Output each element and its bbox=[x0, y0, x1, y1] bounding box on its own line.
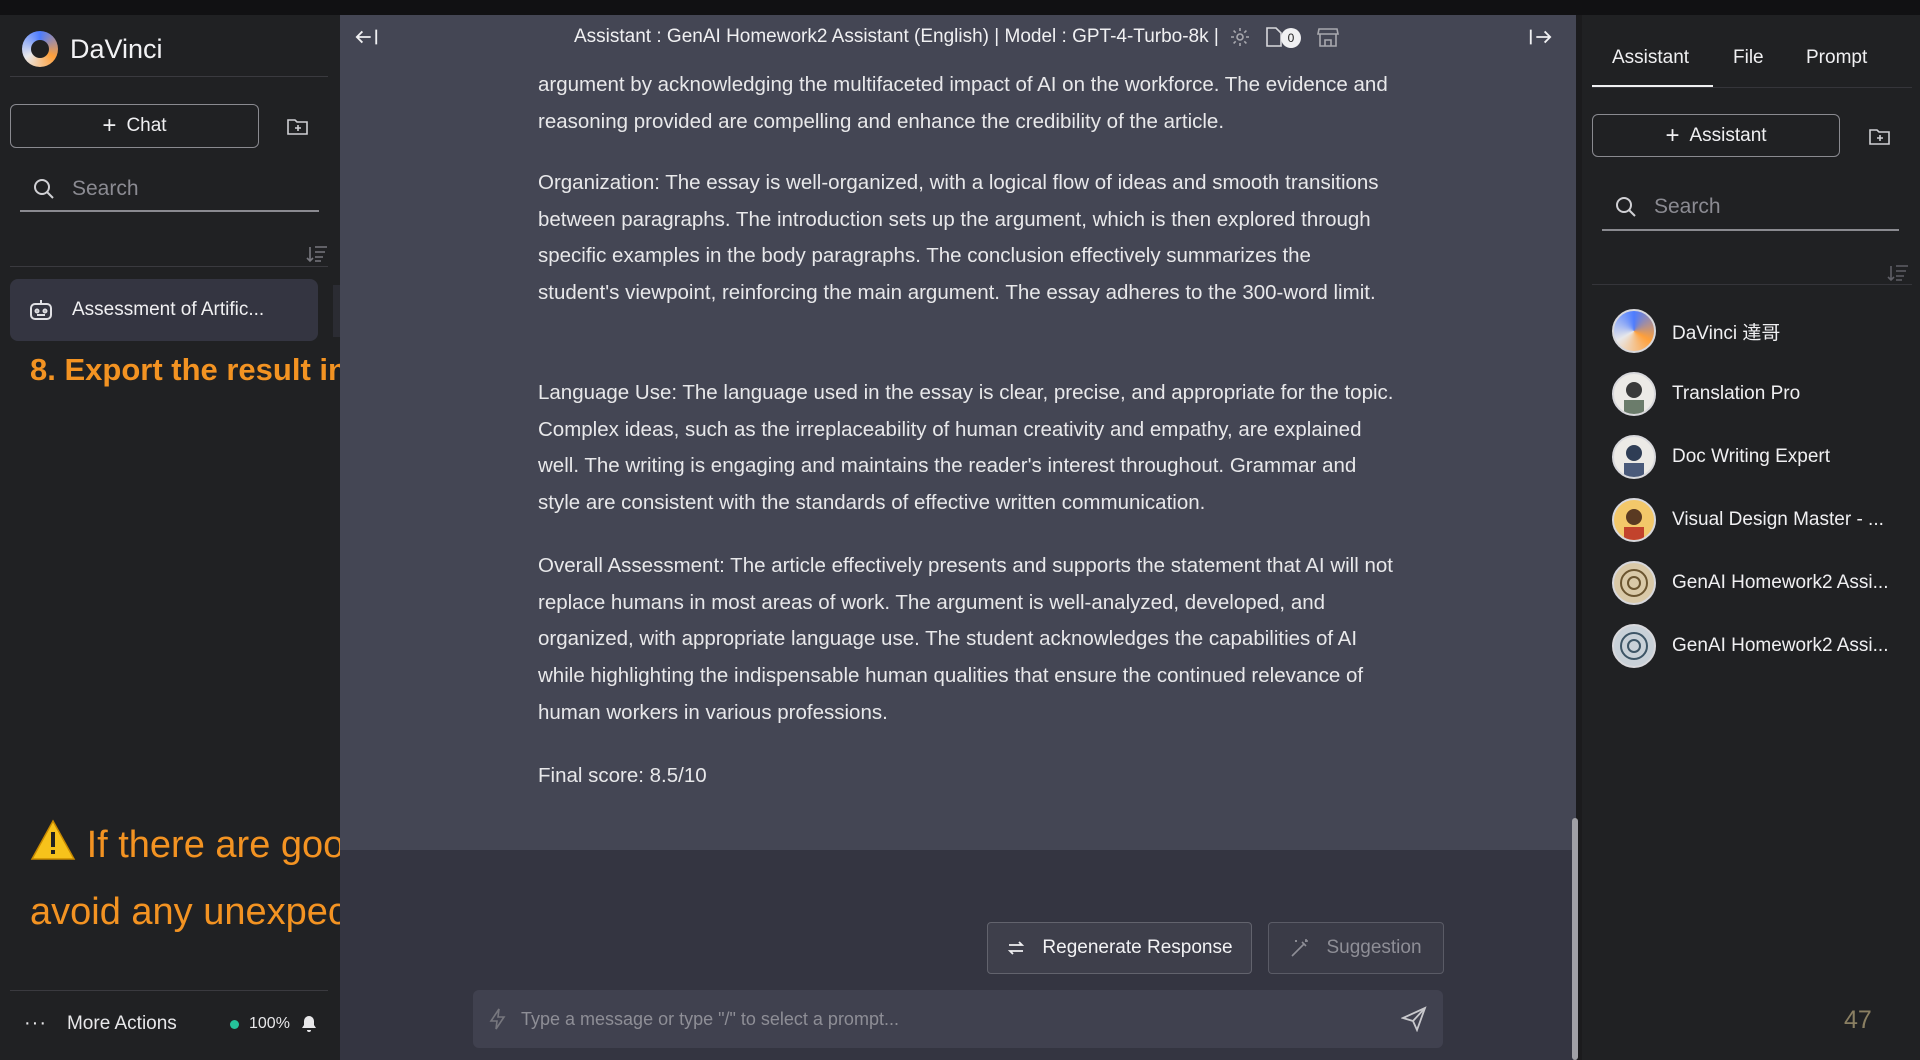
new-folder-button[interactable] bbox=[283, 111, 313, 141]
assistant-search[interactable]: Search bbox=[1602, 185, 1899, 231]
chat-title: Assessment of Artific... bbox=[72, 299, 265, 320]
assistant-item-davinci[interactable]: DaVinci 達哥 bbox=[1612, 309, 1780, 353]
search-icon bbox=[1616, 197, 1636, 217]
ellipsis-icon: ··· bbox=[24, 1012, 47, 1034]
message-paragraph: argument by acknowledging the multifacet… bbox=[538, 73, 1388, 133]
window-top-bar bbox=[0, 0, 1920, 15]
message-paragraph: Overall Assessment: The article effectiv… bbox=[538, 554, 1393, 724]
status-indicator: 100% bbox=[230, 1015, 318, 1033]
plus-icon: + bbox=[1665, 121, 1680, 149]
sidebar-divider bbox=[10, 990, 328, 991]
message-composer bbox=[473, 990, 1443, 1048]
regenerate-label: Regenerate Response bbox=[1042, 937, 1233, 958]
sort-icon[interactable] bbox=[1887, 264, 1909, 282]
send-icon[interactable] bbox=[1401, 1006, 1427, 1032]
sidebar-divider bbox=[10, 76, 328, 77]
tab-file[interactable]: File bbox=[1733, 47, 1764, 69]
assistant-name: GenAI Homework2 Assi... bbox=[1672, 635, 1889, 656]
chat-header-title: Assistant : GenAI Homework2 Assistant (E… bbox=[574, 26, 1219, 47]
gear-icon bbox=[1231, 28, 1249, 46]
regenerate-button[interactable]: Regenerate Response bbox=[987, 922, 1252, 974]
store-button[interactable] bbox=[1316, 25, 1340, 49]
new-chat-button[interactable]: + Chat bbox=[10, 104, 259, 148]
suggestion-button[interactable]: Suggestion bbox=[1268, 922, 1444, 974]
more-actions-label: More Actions bbox=[66, 1012, 177, 1034]
more-actions-button[interactable]: ··· More Actions bbox=[24, 1012, 177, 1035]
file-count-badge: 0 bbox=[1281, 28, 1301, 48]
avatar bbox=[1612, 309, 1656, 353]
assistant-list-divider bbox=[1592, 284, 1912, 285]
search-icon bbox=[34, 178, 54, 199]
new-assistant-folder-button[interactable] bbox=[1865, 121, 1895, 151]
collapse-right-button[interactable] bbox=[1528, 25, 1552, 49]
status-dot bbox=[230, 1019, 239, 1029]
status-percent: 100% bbox=[249, 1015, 290, 1032]
sidebar-divider bbox=[10, 266, 328, 267]
chat-search[interactable]: Search bbox=[20, 167, 319, 212]
warning-icon bbox=[30, 819, 76, 860]
chat-search-placeholder: Search bbox=[72, 176, 139, 200]
new-assistant-button[interactable]: + Assistant bbox=[1592, 114, 1840, 157]
collapse-left-button[interactable] bbox=[355, 25, 379, 49]
folder-plus-icon bbox=[287, 119, 308, 135]
assistant-item-genai-homework2-1[interactable]: GenAI Homework2 Assi... bbox=[1612, 561, 1888, 605]
slide-page-number: 47 bbox=[1844, 1006, 1872, 1034]
lightning-icon[interactable] bbox=[489, 1008, 507, 1030]
message-paragraph: Language Use: The language used in the e… bbox=[538, 381, 1394, 515]
avatar bbox=[1612, 435, 1656, 479]
refresh-icon bbox=[1008, 941, 1025, 955]
chat-list-item[interactable]: Assessment of Artific... bbox=[10, 279, 318, 341]
new-assistant-label: Assistant bbox=[1689, 124, 1767, 146]
assistant-name: Translation Pro bbox=[1672, 383, 1801, 404]
suggestion-label: Suggestion bbox=[1326, 937, 1422, 958]
plus-icon: + bbox=[102, 112, 117, 139]
assistant-item-visual-design-master[interactable]: Visual Design Master - ... bbox=[1612, 498, 1884, 542]
message-paragraph: Final score: 8.5/10 bbox=[538, 764, 707, 787]
assistant-name: DaVinci 達哥 bbox=[1672, 322, 1781, 344]
robot-icon bbox=[30, 300, 52, 320]
assistant-item-translation-pro[interactable]: Translation Pro bbox=[1612, 372, 1800, 416]
arrow-left-bar-icon bbox=[355, 29, 378, 45]
message-paragraph: Organization: The essay is well-organize… bbox=[538, 171, 1379, 305]
settings-button[interactable] bbox=[1228, 25, 1252, 49]
store-icon bbox=[1317, 28, 1339, 47]
magic-wand-icon bbox=[1291, 939, 1309, 957]
assistant-search-placeholder: Search bbox=[1654, 195, 1721, 218]
assistant-name: Visual Design Master - ... bbox=[1672, 509, 1884, 530]
brand: DaVinci bbox=[22, 31, 163, 67]
assistant-item-genai-homework2-2[interactable]: GenAI Homework2 Assi... bbox=[1612, 624, 1888, 668]
message-input[interactable] bbox=[521, 1008, 1361, 1030]
bell-icon[interactable] bbox=[300, 1015, 318, 1033]
app-name: DaVinci bbox=[70, 33, 163, 64]
tabs-divider bbox=[1592, 87, 1912, 88]
assistant-name: GenAI Homework2 Assi... bbox=[1672, 572, 1889, 593]
assistant-item-doc-writing-expert[interactable]: Doc Writing Expert bbox=[1612, 435, 1830, 479]
avatar bbox=[1612, 624, 1656, 668]
tab-assistant[interactable]: Assistant bbox=[1612, 47, 1689, 69]
avatar bbox=[1612, 498, 1656, 542]
davinci-logo-icon bbox=[22, 31, 58, 67]
tab-prompt[interactable]: Prompt bbox=[1806, 47, 1867, 69]
chat-scrollbar[interactable] bbox=[1572, 818, 1578, 1060]
assistant-name: Doc Writing Expert bbox=[1672, 446, 1831, 467]
arrow-right-bar-icon bbox=[1529, 29, 1552, 45]
folder-plus-icon bbox=[1869, 129, 1890, 145]
avatar bbox=[1612, 372, 1656, 416]
avatar bbox=[1612, 561, 1656, 605]
new-chat-label: Chat bbox=[126, 115, 167, 136]
sort-icon[interactable] bbox=[306, 245, 328, 263]
